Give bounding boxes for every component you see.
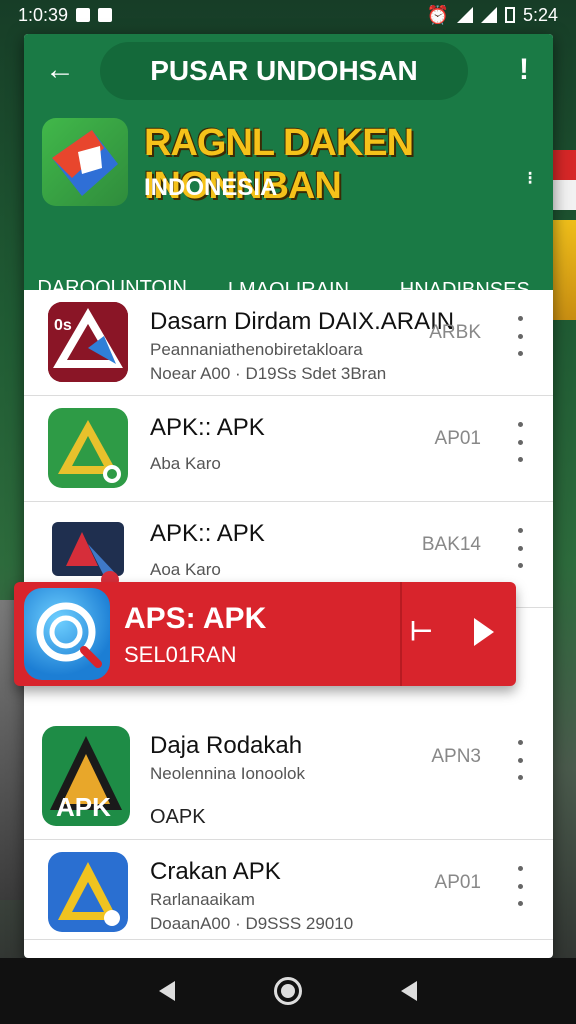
hero-banner: RAGNL DAKEN INONNBAN INDONESIA ⁝ DAROOUN… xyxy=(24,106,553,322)
app-icon-green-triangle xyxy=(48,408,128,488)
more-vert-icon[interactable] xyxy=(513,422,527,462)
list-item[interactable]: 0s Dasarn Dirdam DAIX.ARAIN Peannaniathe… xyxy=(24,290,553,396)
nav-recents-icon[interactable] xyxy=(400,981,417,1001)
background-flag xyxy=(550,150,576,210)
featured-app-name: APS: APK xyxy=(124,602,267,635)
app-code: AP01 xyxy=(434,428,481,449)
featured-app-card[interactable]: APS: APK SEL01RAN ⊢ xyxy=(14,582,516,686)
app-logo-icon xyxy=(42,118,128,206)
app-name: Daja Rodakah xyxy=(150,732,303,759)
more-vert-icon[interactable]: ! xyxy=(509,50,539,90)
nav-home-icon[interactable] xyxy=(273,977,302,1005)
background-banner xyxy=(550,220,576,320)
search-chat-icon xyxy=(24,588,110,680)
app-window: ← PUSAR UNDOHSAN ! RAGNL DAKEN INONNBAN … xyxy=(24,34,553,958)
app-icon-blue-triangle xyxy=(48,852,128,932)
app-meta: DoaanA00 · D9SSS 29010 xyxy=(150,914,354,933)
svg-text:APK: APK xyxy=(56,792,111,822)
more-vert-icon[interactable] xyxy=(513,740,527,780)
status-bar: 1:0:39 ⏰ 5:24 xyxy=(0,0,576,30)
app-bar: ← PUSAR UNDOHSAN ! xyxy=(24,34,553,106)
hero-more-icon[interactable]: ⁝ xyxy=(527,168,533,189)
app-code: APN3 xyxy=(431,746,481,767)
alarm-icon: ⏰ xyxy=(426,4,449,25)
download-icon[interactable]: ⊢ xyxy=(410,616,446,646)
app-description: Aoa Karo xyxy=(150,560,221,579)
wifi-icon xyxy=(456,7,473,23)
svg-text:0s: 0s xyxy=(54,317,72,334)
app-code: ARBK xyxy=(429,322,481,343)
list-item[interactable]: APK Daja Rodakah Neolennina Ionoolok OAP… xyxy=(24,714,553,840)
app-icon-red-arrow: 0s xyxy=(48,302,128,382)
app-description: Peannaniathenobiretakloara xyxy=(150,340,363,359)
system-nav-bar xyxy=(0,958,576,1024)
app-description: Neolennina Ionoolok xyxy=(150,764,306,783)
notification-icon xyxy=(76,8,91,22)
app-name: Dasarn Dirdam DAIX.ARAIN xyxy=(150,308,455,335)
app-description: Aba Karo xyxy=(150,454,221,473)
status-time: 1:0:39 xyxy=(18,4,69,25)
list-item[interactable]: APK:: APK Aba Karo AP01 xyxy=(24,396,553,502)
hero-subtitle: INDONESIA xyxy=(144,174,278,201)
notification-icon-2 xyxy=(98,8,113,22)
more-vert-icon[interactable] xyxy=(513,528,527,568)
nav-back-icon[interactable] xyxy=(159,981,176,1001)
app-name: Crakan APK xyxy=(150,858,281,885)
app-meta: OAPK xyxy=(150,806,206,828)
play-icon[interactable] xyxy=(474,618,494,646)
more-vert-icon[interactable] xyxy=(513,866,527,906)
app-code: BAK14 xyxy=(421,534,481,555)
page-title: PUSAR UNDOHSAN xyxy=(100,42,468,100)
more-vert-icon[interactable] xyxy=(513,316,527,356)
app-meta: Noear A00 · D19Ss Sdet 3Bran xyxy=(150,364,387,383)
battery-icon xyxy=(504,7,515,23)
app-description: Rarlanaaikam xyxy=(150,890,255,909)
app-code: AP01 xyxy=(434,872,481,893)
featured-app-subtitle: SEL01RAN xyxy=(124,642,237,667)
app-name: APK:: APK xyxy=(150,414,265,441)
list-item[interactable]: Crakan APK Rarlanaaikam DoaanA00 · D9SSS… xyxy=(24,840,553,940)
apk-logo-icon: APK xyxy=(42,726,130,826)
status-time-right: 5:24 xyxy=(522,4,558,25)
app-name: APK:: APK xyxy=(150,520,265,547)
featured-divider xyxy=(400,582,402,686)
signal-icon xyxy=(480,7,497,23)
back-arrow-icon[interactable]: ← xyxy=(24,34,96,106)
